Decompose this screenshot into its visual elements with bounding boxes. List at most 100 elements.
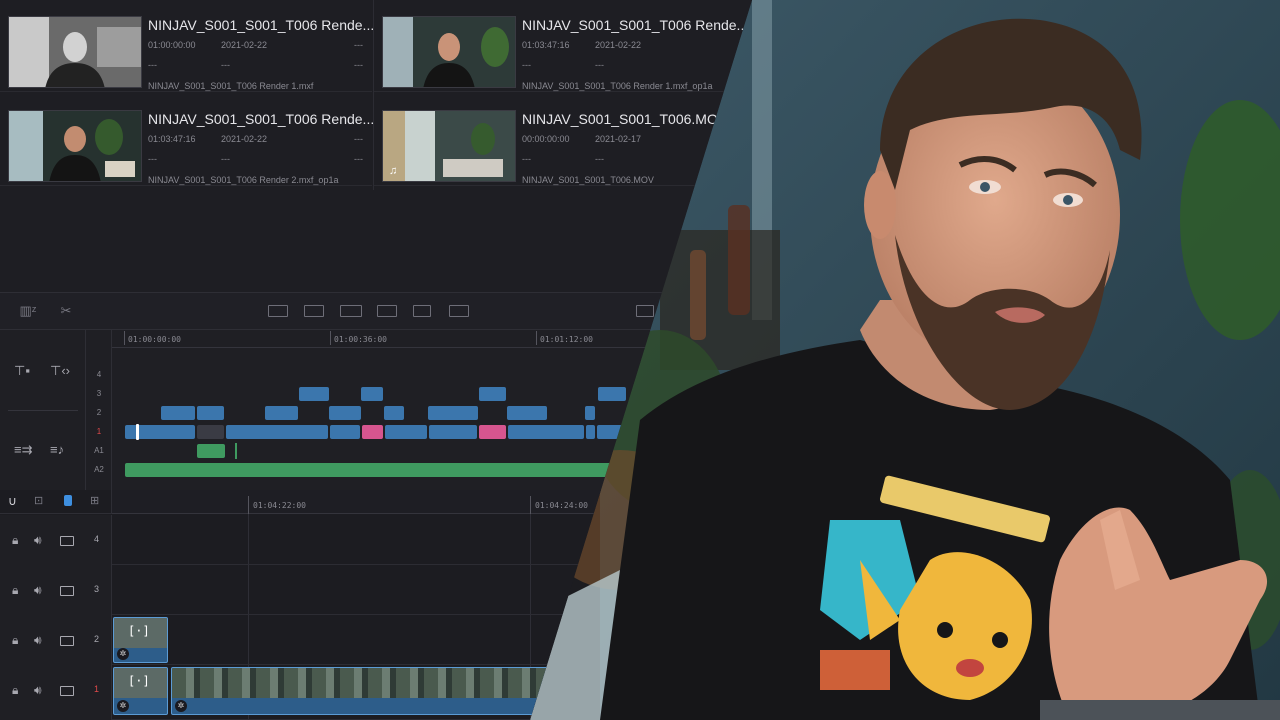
track-number: 3 bbox=[94, 584, 100, 594]
timeline-clip[interactable] bbox=[265, 406, 298, 420]
trim-start-icon[interactable]: ⊤▪ bbox=[14, 363, 30, 379]
speaker-icon[interactable]: 🔊︎ bbox=[34, 683, 42, 698]
monitor-icon[interactable] bbox=[60, 586, 74, 596]
clip-meta-dash: --- bbox=[354, 134, 363, 144]
clip-thumbnail[interactable] bbox=[8, 110, 142, 182]
lock-icon[interactable]: 🔒︎ bbox=[12, 533, 18, 548]
timeline-clip[interactable] bbox=[598, 387, 626, 401]
clip-meta-dash: --- bbox=[595, 60, 604, 70]
snap-magnet-icon[interactable]: ∪ bbox=[8, 494, 17, 508]
edit-toolbar: ▥ᶻ ✂ bbox=[0, 292, 752, 330]
lock-icon[interactable]: 🔒︎ bbox=[12, 583, 18, 598]
snooze-edit-icon[interactable]: ▥ᶻ bbox=[18, 303, 38, 319]
flag-marker-icon[interactable] bbox=[64, 495, 72, 506]
overwrite-icon[interactable] bbox=[304, 305, 324, 317]
lock-icon[interactable]: 🔒︎ bbox=[12, 633, 18, 648]
clip-meta-dash: --- bbox=[522, 154, 531, 164]
timeline-clip[interactable] bbox=[479, 387, 506, 401]
timeline-clip-pink[interactable] bbox=[362, 425, 383, 439]
timeline-clip-thumbnail[interactable]: [·] ✲ bbox=[113, 617, 168, 663]
media-clip-card[interactable]: NINJAV_S001_S001_T006 Rende... 01:03:47:… bbox=[0, 94, 375, 186]
ruler-tick bbox=[124, 331, 125, 345]
timeline-clip[interactable] bbox=[161, 406, 195, 420]
trim-end-icon[interactable]: ⊤‹› bbox=[50, 363, 70, 379]
ripple-icon[interactable] bbox=[449, 305, 469, 317]
speaker-icon[interactable]: 🔊︎ bbox=[34, 633, 42, 648]
timeline-clip[interactable] bbox=[585, 406, 595, 420]
playhead-marker[interactable] bbox=[136, 424, 139, 440]
clip-meta-dash: --- bbox=[354, 154, 363, 164]
fx-badge-icon[interactable]: ✲ bbox=[175, 700, 187, 712]
clip-timecode: 01:03:47:16 bbox=[522, 40, 570, 50]
audio-clip[interactable] bbox=[197, 444, 225, 458]
replace-icon[interactable] bbox=[340, 305, 362, 317]
speaker-icon[interactable]: 🔊︎ bbox=[34, 583, 42, 598]
timeline-clip[interactable] bbox=[508, 425, 584, 439]
clip-date: 2021-02-22 bbox=[221, 134, 268, 144]
timeline-clip[interactable] bbox=[330, 425, 360, 439]
audio-badge-icon: ♫ bbox=[389, 165, 398, 177]
clip-timecode: 00:00:00:00 bbox=[522, 134, 570, 144]
monitor-icon[interactable] bbox=[60, 686, 74, 696]
clip-date: 2021-02-22 bbox=[595, 40, 642, 50]
clip-thumbnail[interactable] bbox=[382, 16, 516, 88]
fx-badge-icon[interactable]: ✲ bbox=[117, 648, 129, 660]
track-number: A1 bbox=[94, 446, 104, 455]
timeline-clip-thumbnail[interactable]: [·] ✲ bbox=[113, 667, 168, 715]
track-header: 🔒︎ 🔊︎ 1 bbox=[0, 665, 112, 720]
timeline-clip-main[interactable]: ✲ bbox=[171, 667, 551, 715]
clip-name: NINJAV_S001_S001_T006.MOV bbox=[522, 111, 728, 127]
smart-insert-icon[interactable]: ≡⇉ bbox=[14, 442, 32, 458]
timeline-clip[interactable] bbox=[385, 425, 427, 439]
append-end-icon[interactable]: ≡♪ bbox=[50, 442, 64, 457]
clip-meta-dash: --- bbox=[221, 60, 230, 70]
ruler-tick bbox=[530, 496, 531, 514]
clip-meta-dash: --- bbox=[522, 60, 531, 70]
media-clip-card[interactable]: NINJAV_S001_S001_T006 Rende... 01:03:47:… bbox=[374, 0, 749, 92]
timeline-clip[interactable] bbox=[586, 425, 595, 439]
timeline-clip[interactable] bbox=[507, 406, 547, 420]
close-up-icon[interactable] bbox=[636, 305, 654, 317]
timeline-clip[interactable] bbox=[361, 387, 383, 401]
timeline-clip[interactable] bbox=[428, 406, 478, 420]
adjustment-icon: [·] bbox=[128, 624, 150, 638]
clip-timecode: 01:03:47:16 bbox=[148, 134, 196, 144]
ruler-label: 01:04:24:00 bbox=[535, 501, 588, 510]
timeline-clip[interactable] bbox=[226, 425, 328, 439]
clip-meta-dash: --- bbox=[148, 60, 157, 70]
razor-icon[interactable]: ✂ bbox=[56, 303, 76, 319]
ruler-label: 01:00:36:00 bbox=[334, 335, 387, 344]
monitor-icon[interactable] bbox=[60, 636, 74, 646]
append-icon[interactable] bbox=[413, 305, 431, 317]
linked-selection-icon[interactable]: ⊡ bbox=[34, 494, 43, 507]
clip-thumbnail[interactable]: ♫ bbox=[382, 110, 516, 182]
track-number-active: 1 bbox=[96, 427, 102, 436]
place-on-top-icon[interactable] bbox=[377, 305, 397, 317]
timeline-clip[interactable] bbox=[384, 406, 404, 420]
clip-name: NINJAV_S001_S001_T006 Rende... bbox=[148, 111, 375, 127]
audio-clip-long[interactable] bbox=[125, 463, 625, 477]
fx-badge-icon[interactable]: ✲ bbox=[117, 700, 129, 712]
timeline-clip[interactable] bbox=[299, 387, 329, 401]
monitor-icon[interactable] bbox=[60, 536, 74, 546]
timeline-clip-pink[interactable] bbox=[479, 425, 506, 439]
ruler-label: 01:01:12:00 bbox=[540, 335, 593, 344]
timeline-clip[interactable] bbox=[329, 406, 361, 420]
track-number: 3 bbox=[96, 389, 102, 398]
insert-icon[interactable] bbox=[268, 305, 288, 317]
lock-icon[interactable]: 🔒︎ bbox=[12, 683, 18, 698]
timeline-gap[interactable] bbox=[197, 425, 224, 439]
clip-name: NINJAV_S001_S001_T006 Rende... bbox=[522, 17, 749, 33]
ruler-tick bbox=[248, 496, 249, 514]
timeline-clip[interactable] bbox=[197, 406, 224, 420]
timeline-clip[interactable] bbox=[429, 425, 477, 439]
clip-name: NINJAV_S001_S001_T006 Rende... bbox=[148, 17, 375, 33]
speaker-icon[interactable]: 🔊︎ bbox=[34, 533, 42, 548]
clip-date: 2021-02-17 bbox=[595, 134, 642, 144]
clip-meta-dash: --- bbox=[595, 154, 604, 164]
media-clip-card[interactable]: ♫ NINJAV_S001_S001_T006.MOV 00:00:00:00 … bbox=[374, 94, 746, 186]
position-lock-icon[interactable]: ⊞ bbox=[90, 494, 99, 507]
timeline-toolbar: ∪ ⊡ ⊞ bbox=[0, 490, 112, 514]
clip-thumbnail[interactable] bbox=[8, 16, 142, 88]
media-clip-card[interactable]: NINJAV_S001_S001_T006 Rende... 01:00:00:… bbox=[0, 0, 375, 92]
